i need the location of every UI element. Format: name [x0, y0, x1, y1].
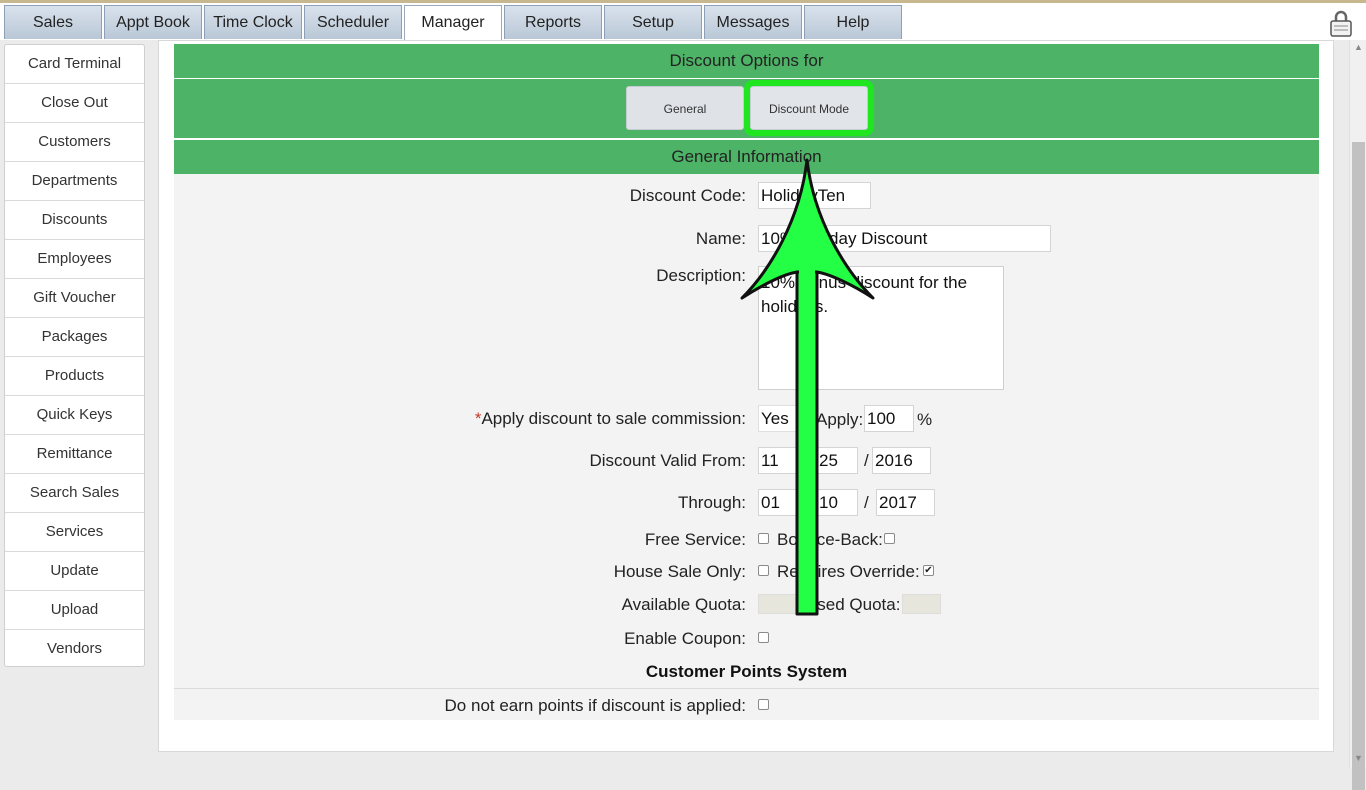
vertical-scrollbar[interactable]: ▲ ▼ [1349, 40, 1366, 790]
discount-code-label: Discount Code: [629, 186, 746, 205]
sidebar-item-upload[interactable]: Upload [5, 591, 144, 630]
tab-messages[interactable]: Messages [704, 5, 802, 39]
enable-coupon-label: Enable Coupon: [624, 629, 746, 648]
through-year-input[interactable]: 2017 [876, 489, 935, 516]
sidebar-item-employees[interactable]: Employees [5, 240, 144, 279]
sidebar-item-close-out[interactable]: Close Out [5, 84, 144, 123]
no-earn-points-label: Do not earn points if discount is applie… [444, 696, 746, 715]
from-day-input[interactable]: 25 [814, 447, 858, 474]
date-slash: / [864, 451, 869, 470]
description-textarea[interactable]: 10% bonus discount for the holidays. [758, 266, 1004, 390]
free-service-label: Free Service: [644, 530, 746, 549]
sidebar-item-update[interactable]: Update [5, 552, 144, 591]
general-information-header: General Information [174, 140, 1319, 174]
divider [174, 688, 1319, 689]
available-quota-label: Available Quota: [621, 595, 746, 614]
customer-points-header: Customer Points System [645, 662, 848, 681]
name-label: Name: [695, 229, 746, 248]
tab-manager[interactable]: Manager [404, 5, 502, 41]
tab-time-clock[interactable]: Time Clock [204, 5, 302, 39]
apply-commission-label: *Apply discount to sale commission: [475, 409, 746, 429]
sidebar-item-packages[interactable]: Packages [5, 318, 144, 357]
sidebar-item-services[interactable]: Services [5, 513, 144, 552]
sidebar-item-quick-keys[interactable]: Quick Keys [5, 396, 144, 435]
from-year-input[interactable]: 2016 [872, 447, 931, 474]
sidebar-item-departments[interactable]: Departments [5, 162, 144, 201]
scroll-up-arrow-icon[interactable]: ▲ [1354, 42, 1363, 52]
apply-pct-label: Apply: [816, 410, 864, 429]
name-input[interactable]: 10% Holiday Discount [758, 225, 1051, 252]
used-quota-field [902, 594, 941, 614]
through-day-input[interactable]: 10 [814, 489, 858, 516]
sidebar-item-vendors[interactable]: Vendors [5, 630, 144, 669]
sidebar-item-card-terminal[interactable]: Card Terminal [5, 45, 144, 84]
bounce-back-label: Bounce-Back: [777, 530, 883, 549]
tab-help[interactable]: Help [804, 5, 902, 39]
sidebar-item-gift-voucher[interactable]: Gift Voucher [5, 279, 144, 318]
subtab-bar [174, 79, 1319, 138]
tab-scheduler[interactable]: Scheduler [304, 5, 402, 39]
subtab-discount-mode[interactable]: Discount Mode [744, 80, 874, 136]
sidebar: Card Terminal Close Out Customers Depart… [4, 44, 145, 667]
bounce-back-checkbox[interactable] [884, 533, 895, 544]
lock-icon[interactable] [1326, 9, 1356, 39]
discount-code-input[interactable]: HolidayTen [758, 182, 871, 209]
percent-sign: % [917, 410, 933, 429]
sidebar-item-search-sales[interactable]: Search Sales [5, 474, 144, 513]
used-quota-label: Used Quota: [805, 595, 901, 614]
through-month-input[interactable]: 01 [758, 489, 802, 516]
from-month-input[interactable]: 11 [758, 447, 802, 474]
sidebar-item-customers[interactable]: Customers [5, 123, 144, 162]
sidebar-item-discounts[interactable]: Discounts [5, 201, 144, 240]
date-slash: / [864, 493, 869, 512]
tab-setup[interactable]: Setup [604, 5, 702, 39]
apply-commission-text: Apply discount to sale commission: [481, 409, 746, 428]
sidebar-item-products[interactable]: Products [5, 357, 144, 396]
top-tab-bar: Sales Appt Book Time Clock Scheduler Man… [0, 0, 1366, 41]
tab-appt-book[interactable]: Appt Book [104, 5, 202, 39]
available-quota-field [758, 594, 800, 614]
tab-reports[interactable]: Reports [504, 5, 602, 39]
tab-sales[interactable]: Sales [4, 5, 102, 39]
house-sale-label: House Sale Only: [613, 562, 746, 581]
discount-options-header: Discount Options for [174, 44, 1319, 78]
free-service-checkbox[interactable] [758, 533, 769, 544]
house-sale-checkbox[interactable] [758, 565, 769, 576]
requires-override-checkbox[interactable]: ✔ [923, 565, 934, 576]
through-label: Through: [677, 493, 746, 512]
scrollbar-thumb[interactable] [1352, 142, 1365, 790]
no-earn-points-checkbox[interactable] [758, 699, 769, 710]
valid-from-label: Discount Valid From: [589, 451, 746, 470]
enable-coupon-checkbox[interactable] [758, 632, 769, 643]
sidebar-item-remittance[interactable]: Remittance [5, 435, 144, 474]
subtab-general[interactable]: General [626, 86, 744, 130]
apply-pct-input[interactable]: 100 [864, 405, 914, 432]
form-area [174, 174, 1319, 720]
apply-commission-select[interactable]: Yes [758, 405, 814, 432]
requires-override-label: Requires Override: [777, 562, 920, 581]
description-label: Description: [656, 266, 746, 285]
scroll-down-arrow-icon[interactable]: ▼ [1354, 753, 1363, 763]
